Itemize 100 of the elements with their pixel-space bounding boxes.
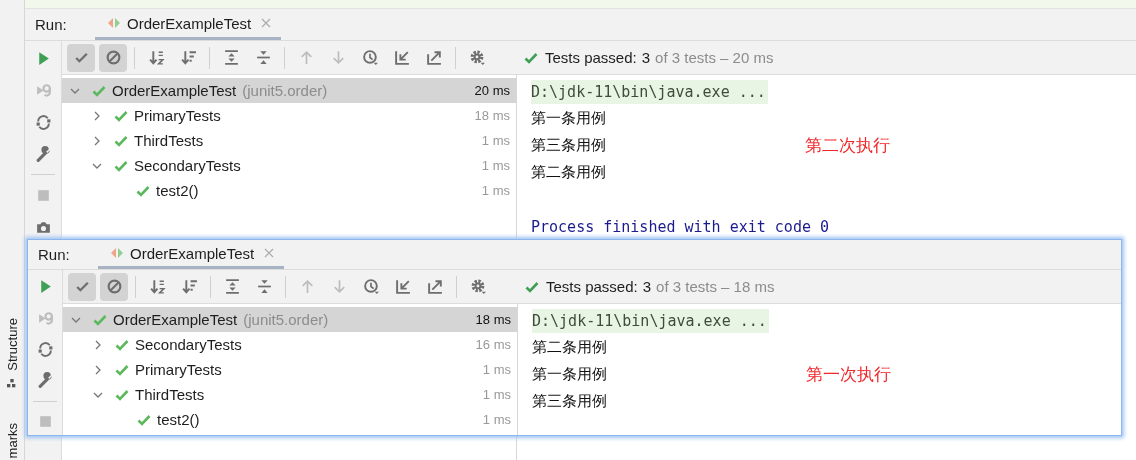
test-duration: 1 ms [482,387,511,402]
tree-row[interactable]: PrimaryTests 1 ms [63,357,517,382]
tree-row[interactable]: SecondaryTests 16 ms [63,332,517,357]
bookmarks-tab[interactable]: marks [4,422,20,459]
test-duration: 16 ms [475,337,511,352]
chevron-right-icon[interactable] [92,135,102,146]
tree-row[interactable]: OrderExampleTest (junit5.order) 20 ms [62,78,516,103]
run-label: Run: [37,245,71,265]
test-duration: 1 ms [481,133,510,148]
output-line: 第一条用例 [531,109,606,128]
refresh-icon [36,341,54,358]
passed-count: 3 [641,49,651,66]
tab-title: OrderExampleTest [127,14,252,32]
tab-title: OrderExampleTest [130,244,255,262]
test-name: PrimaryTests [135,361,222,378]
test-name: test2() [157,411,200,428]
tree-row[interactable]: SecondaryTests 1 ms [62,153,516,178]
sort-alphabetical-icon [147,49,165,66]
check-icon [115,387,129,402]
settings-icon [468,49,486,66]
collapse-all-icon [254,49,272,66]
tree-row[interactable]: PrimaryTests 18 ms [62,103,516,128]
run-tab[interactable]: OrderExampleTest [95,9,282,40]
test-name: ThirdTests [135,386,205,403]
settings-icon [469,278,487,295]
run-config-icon [110,246,124,260]
expand-all-icon [222,49,240,66]
test-duration: 1 ms [481,183,510,198]
sort-icon [179,49,197,66]
import-icon [394,278,412,295]
check-icon [525,279,539,294]
output-line: 第二条用例 [531,163,606,182]
tree-row[interactable]: OrderExampleTest (junit5.order) 18 ms [63,307,517,332]
check-icon [114,133,128,148]
test-name: ThirdTests [134,132,204,149]
status-label: Tests passed: [545,49,637,66]
output-line: 第三条用例 [532,392,607,411]
check-icon [114,108,128,123]
no-entry-button[interactable] [99,43,127,72]
test-duration: 1 ms [482,412,511,427]
check-icon [115,337,129,352]
tree-row[interactable]: ThirdTests 1 ms [63,382,517,407]
annotation: 第二次执行 [805,135,890,157]
expand-all-icon [223,278,241,295]
clock-icon [362,278,380,295]
sort-icon [180,278,198,295]
export-icon [426,278,444,295]
check-button[interactable] [68,272,96,301]
test-name: OrderExampleTest [112,82,237,99]
annotation: 第一次执行 [806,364,891,386]
test-duration: 1 ms [482,362,511,377]
rerun-icon [36,309,54,327]
run-tab[interactable]: OrderExampleTest [98,240,285,269]
test-name: SecondaryTests [134,157,241,174]
package-name: (junit5.order) [242,82,328,99]
no-entry-button[interactable] [100,272,128,301]
structure-tab[interactable]: Structure [4,318,20,371]
tree-row[interactable]: test2() 1 ms [63,407,517,432]
chevron-right-icon[interactable] [93,364,103,375]
test-duration: 1 ms [481,158,510,173]
check-icon [137,412,151,427]
no-entry-icon [105,278,123,295]
rerun-icon [34,81,52,99]
run-label: Run: [34,15,68,35]
output-line: 第一条用例 [532,365,607,384]
tests-summary: of 3 tests – 18 ms [656,278,775,295]
wrench-icon [34,145,52,163]
test-duration: 18 ms [474,108,510,123]
structure-icon [6,378,18,389]
output-line: 第二条用例 [532,338,607,357]
tests-summary: of 3 tests – 20 ms [655,49,774,66]
passed-count: 3 [642,278,652,295]
chevron-right-icon[interactable] [93,339,103,350]
collapse-all-icon [255,278,273,295]
import-icon [393,49,411,66]
test-duration: 18 ms [475,312,511,327]
sort-alphabetical-icon [148,278,166,295]
exit-message: Process finished with exit code 0 [531,217,829,236]
wrench-icon [36,372,54,390]
output-line: 第三条用例 [531,136,606,155]
status-label: Tests passed: [546,278,638,295]
no-entry-icon [104,49,122,66]
check-icon [92,83,106,98]
refresh-icon [34,113,52,131]
check-icon [114,158,128,173]
check-icon [93,312,107,327]
test-name: PrimaryTests [134,107,221,124]
test-name: SecondaryTests [135,336,242,353]
test-name: OrderExampleTest [113,311,238,328]
export-icon [425,49,443,66]
check-button[interactable] [67,43,95,72]
tree-row[interactable]: test2() 1 ms [62,178,516,203]
check-icon [524,50,538,65]
chevron-right-icon[interactable] [92,110,102,121]
test-duration: 20 ms [474,83,510,98]
check-icon [115,362,129,377]
package-name: (junit5.order) [243,311,329,328]
check-icon [136,183,150,198]
tree-row[interactable]: ThirdTests 1 ms [62,128,516,153]
test-name: test2() [156,182,199,199]
